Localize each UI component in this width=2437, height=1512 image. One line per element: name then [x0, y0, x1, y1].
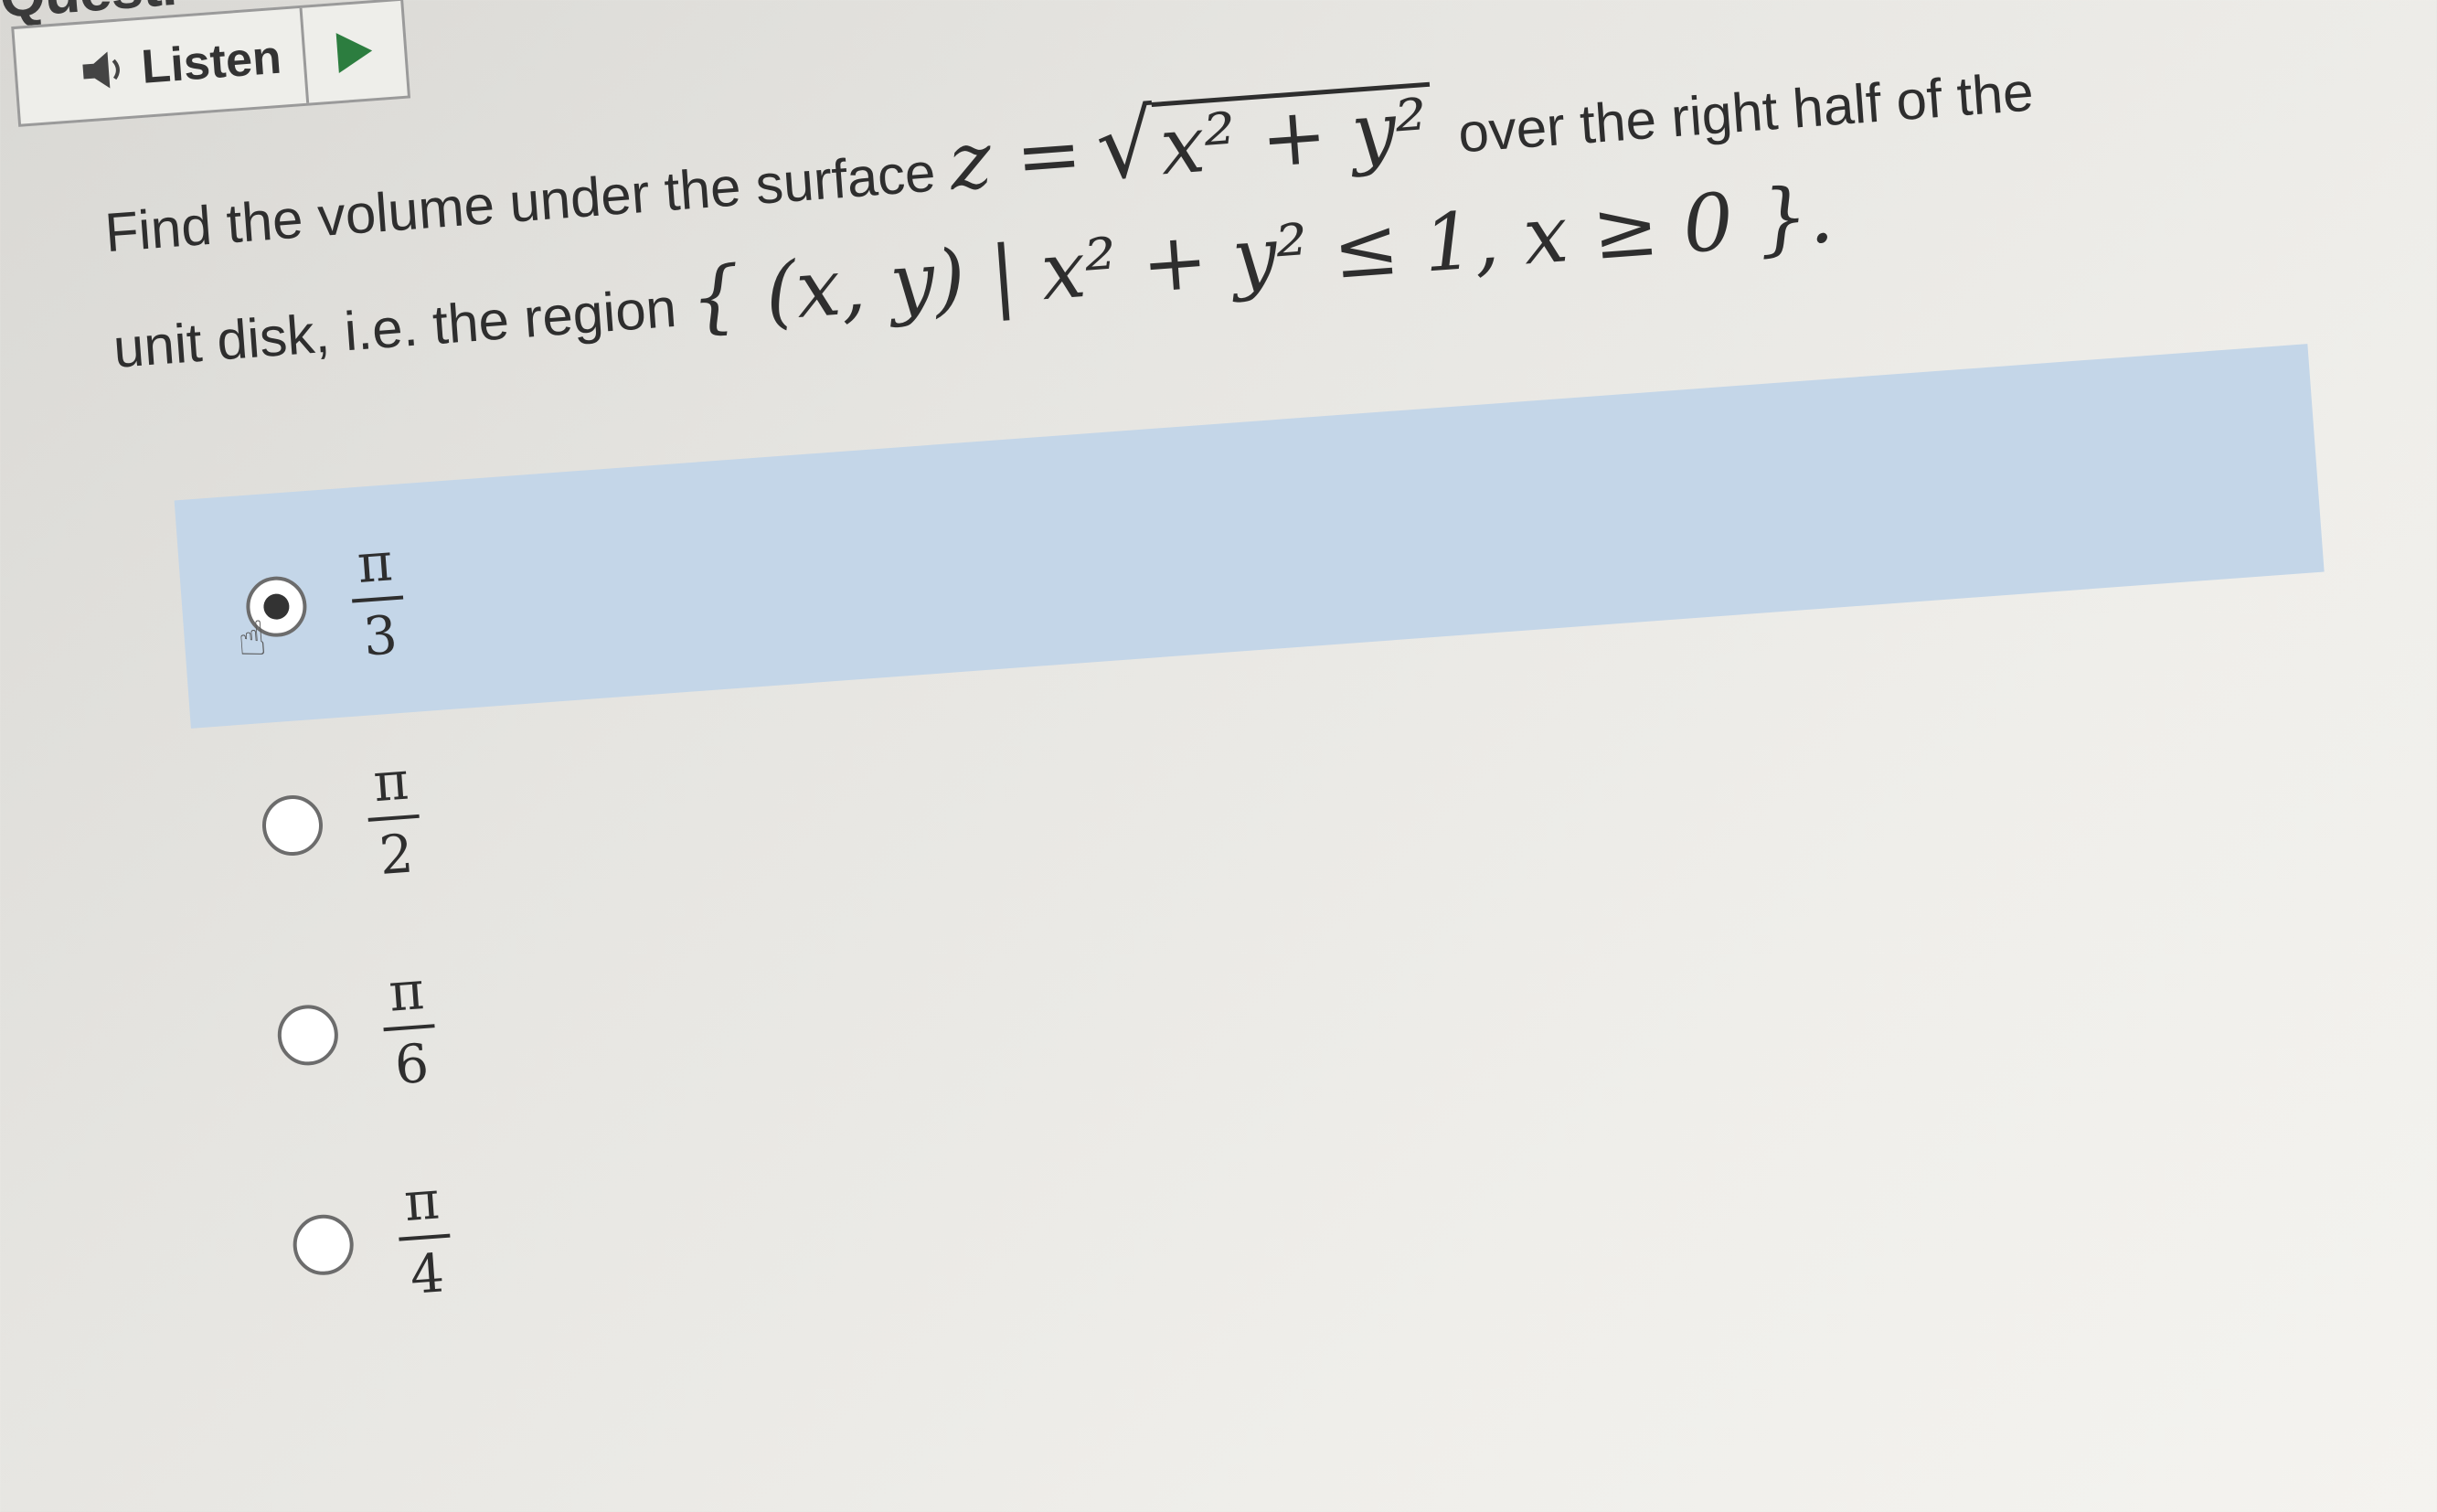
option-4[interactable]: π 4 [288, 1168, 454, 1315]
question-text-3: unit disk, i.e. the region [111, 276, 679, 379]
listen-label: Listen [139, 30, 283, 94]
denominator: 2 [377, 822, 416, 888]
radio-button[interactable] [260, 793, 325, 858]
fraction-pi-over-2: π 2 [363, 749, 424, 888]
numerator: π [401, 1168, 442, 1234]
sqrt-sign-icon: √ [1092, 90, 1159, 201]
listen-button[interactable]: Listen [14, 7, 310, 124]
fraction-bar [399, 1233, 451, 1241]
selected-option-highlight [174, 344, 2325, 729]
denominator: 4 [408, 1241, 447, 1306]
fraction-pi-over-3: π 3 [347, 530, 409, 669]
speaker-icon [82, 51, 120, 89]
equation-z: z = [946, 107, 1086, 209]
play-button[interactable] [303, 1, 408, 103]
question-text-2: over the right half of the [1455, 60, 2036, 165]
play-icon [335, 30, 374, 74]
numerator: π [371, 749, 411, 815]
fraction-pi-over-4: π 4 [394, 1168, 455, 1307]
fraction-bar [367, 814, 420, 822]
numerator: π [387, 959, 427, 1024]
option-3[interactable]: π 6 [273, 958, 440, 1104]
fraction-bar [352, 595, 404, 603]
radio-button[interactable] [291, 1212, 357, 1278]
numerator: π [355, 530, 395, 595]
denominator: 6 [392, 1031, 431, 1097]
radio-button[interactable] [275, 1003, 341, 1068]
stage: Questi Listen Find the volume under the … [0, 0, 2437, 1508]
pointer-hand-icon: ☝ [235, 612, 269, 667]
sqrt-body: x² + y² [1151, 81, 1436, 193]
sqrt-expression: √x² + y² [1092, 80, 1461, 201]
option-1[interactable]: π 3 ☝ [236, 530, 409, 676]
fraction-pi-over-6: π 6 [378, 958, 440, 1097]
question-text: Find the volume under the surface z = √x… [101, 0, 2397, 403]
option-2[interactable]: π 2 [258, 749, 424, 895]
fraction-bar [383, 1024, 435, 1032]
denominator: 3 [361, 603, 399, 668]
